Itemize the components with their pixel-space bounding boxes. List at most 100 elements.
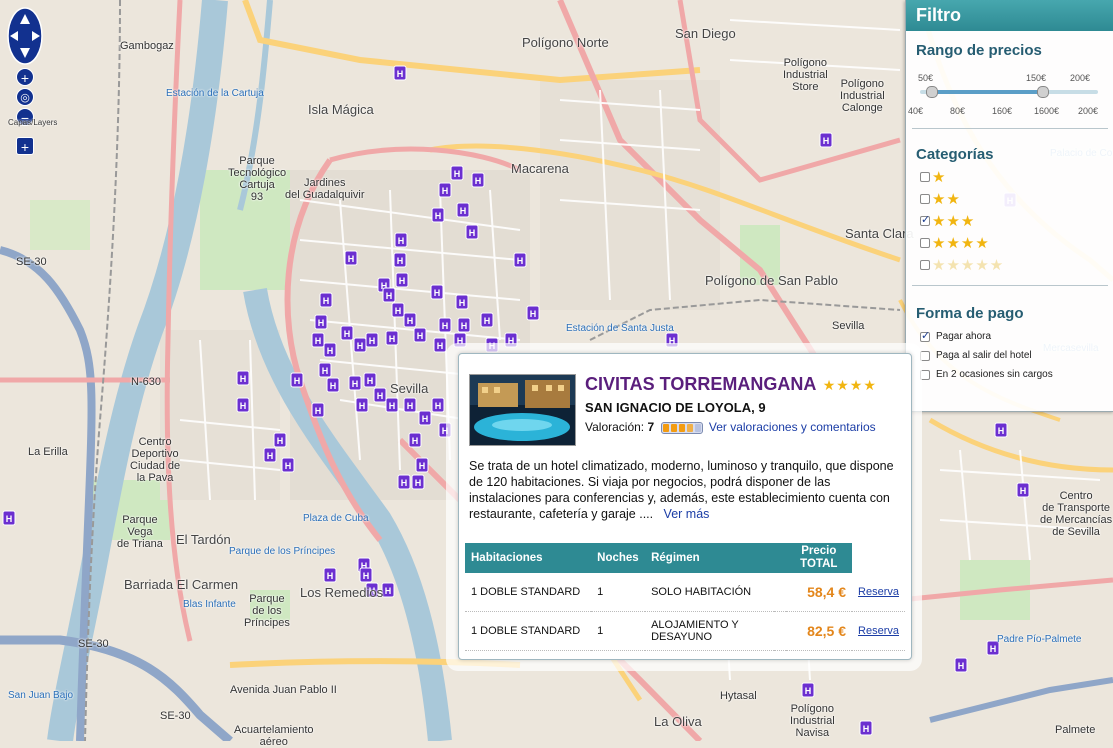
hotel-marker-icon[interactable]: H [471, 172, 485, 188]
payment-option[interactable]: Paga al salir del hotel [920, 350, 1032, 361]
hotel-marker-icon[interactable]: H [344, 250, 358, 266]
hotel-marker-icon[interactable]: H [365, 332, 379, 348]
hotel-marker-icon[interactable]: H [994, 422, 1008, 438]
hotel-marker-icon[interactable]: H [418, 410, 432, 426]
hotel-marker-icon[interactable]: H [403, 312, 417, 328]
hotel-marker-icon[interactable]: H [263, 447, 277, 463]
hotel-marker-icon[interactable]: H [236, 370, 250, 386]
category-1-stars[interactable]: ★ [920, 168, 946, 186]
hotel-marker-icon[interactable]: H [382, 287, 396, 303]
svg-text:H: H [412, 436, 419, 446]
hotel-marker-icon[interactable]: H [236, 397, 250, 413]
hotel-marker-icon[interactable]: H [385, 330, 399, 346]
category-checkbox[interactable] [920, 194, 930, 204]
hotel-name-text[interactable]: CIVITAS TORREMANGANA [585, 374, 816, 394]
hotel-marker-icon[interactable]: H [290, 372, 304, 388]
hotel-marker-icon[interactable]: H [281, 457, 295, 473]
book-link[interactable]: Reserva [858, 586, 899, 598]
hotel-marker-icon[interactable]: H [431, 207, 445, 223]
hotel-marker-icon[interactable]: H [954, 657, 968, 673]
svg-text:H: H [454, 169, 461, 179]
hotel-marker-icon[interactable]: H [450, 165, 464, 181]
hotel-marker-icon[interactable]: H [393, 252, 407, 268]
hotel-marker-icon[interactable]: H [819, 132, 833, 148]
map-label: Parque de los Príncipes [229, 546, 336, 557]
category-checkbox[interactable] [920, 238, 930, 248]
hotel-marker-icon[interactable]: H [408, 432, 422, 448]
price-min-handle[interactable] [926, 86, 939, 98]
svg-text:H: H [435, 401, 442, 411]
book-link[interactable]: Reserva [858, 625, 899, 637]
hotel-marker-icon[interactable]: H [457, 317, 471, 333]
hotel-marker-icon[interactable]: H [397, 474, 411, 490]
svg-text:H: H [484, 316, 491, 326]
zoom-in-button[interactable]: + [16, 68, 34, 86]
reviews-link[interactable]: Ver valoraciones y comentarios [709, 420, 876, 434]
payment-option[interactable]: Pagar ahora [920, 329, 991, 342]
hotel-marker-icon[interactable]: H [359, 567, 373, 583]
category-checkbox[interactable] [920, 213, 930, 226]
category-checkbox[interactable] [920, 172, 930, 182]
hotel-marker-icon[interactable]: H [455, 294, 469, 310]
hotel-marker-icon[interactable]: H [348, 375, 362, 391]
hotel-marker-icon[interactable]: H [465, 224, 479, 240]
hotel-marker-icon[interactable]: H [340, 325, 354, 341]
globe-icon[interactable]: ◎ [16, 88, 34, 106]
hotel-marker-icon[interactable]: H [363, 372, 377, 388]
hotel-marker-icon[interactable]: H [431, 397, 445, 413]
svg-text:H: H [377, 391, 384, 401]
hotel-marker-icon[interactable]: H [2, 510, 16, 526]
hotel-marker-icon[interactable]: H [456, 202, 470, 218]
hotel-marker-icon[interactable]: H [801, 682, 815, 698]
hotel-marker-icon[interactable]: H [394, 232, 408, 248]
hotel-marker-icon[interactable]: H [385, 397, 399, 413]
price-max-handle[interactable] [1037, 86, 1050, 98]
hotel-marker-icon[interactable]: H [433, 337, 447, 353]
hotel-marker-icon[interactable]: H [323, 567, 337, 583]
hotel-marker-icon[interactable]: H [403, 397, 417, 413]
hotel-marker-icon[interactable]: H [319, 292, 333, 308]
hotel-marker-icon[interactable]: H [1016, 482, 1030, 498]
hotel-marker-icon[interactable]: H [355, 397, 369, 413]
svg-text:H: H [277, 436, 284, 446]
hotel-marker-icon[interactable]: H [311, 332, 325, 348]
payment-option[interactable]: En 2 ocasiones sin cargos [920, 369, 1053, 380]
hotel-marker-icon[interactable]: H [859, 720, 873, 736]
hotel-marker-icon[interactable]: H [415, 457, 429, 473]
hotel-name[interactable]: CIVITAS TORREMANGANA ★★★★ [585, 374, 877, 395]
svg-text:H: H [469, 228, 476, 238]
hotel-marker-icon[interactable]: H [353, 337, 367, 353]
hotel-marker-icon[interactable]: H [391, 302, 405, 318]
see-more-link[interactable]: Ver más [664, 507, 710, 521]
hotel-marker-icon[interactable]: H [314, 314, 328, 330]
hotel-marker-icon[interactable]: H [323, 342, 337, 358]
hotel-marker-icon[interactable]: H [438, 182, 452, 198]
hotel-marker-icon[interactable]: H [373, 387, 387, 403]
hotel-marker-icon[interactable]: H [413, 327, 427, 343]
hotel-marker-icon[interactable]: H [513, 252, 527, 268]
hotel-marker-icon[interactable]: H [326, 377, 340, 393]
hotel-marker-icon[interactable]: H [438, 317, 452, 333]
hotel-marker-icon[interactable]: H [395, 272, 409, 288]
hotel-marker-icon[interactable]: H [381, 582, 395, 598]
category-2-stars[interactable]: ★★ [920, 190, 961, 208]
hotel-marker-icon[interactable]: H [430, 284, 444, 300]
hotel-marker-icon[interactable]: H [311, 402, 325, 418]
price-range-slider[interactable] [920, 86, 1098, 98]
category-5-stars[interactable]: ★★★★★ [920, 256, 1004, 274]
hotel-photo[interactable] [469, 374, 576, 446]
category-checkbox[interactable] [920, 260, 930, 270]
payment-title: Forma de pago [916, 305, 1024, 322]
hotel-marker-icon[interactable]: H [393, 65, 407, 81]
header-spacer [773, 543, 786, 573]
category-3-stars[interactable]: ★★★ [920, 212, 975, 230]
pan-control-icon[interactable] [6, 6, 44, 66]
payment-checkbox[interactable] [920, 329, 930, 342]
hotel-marker-icon[interactable]: H [273, 432, 287, 448]
hotel-marker-icon[interactable]: H [318, 362, 332, 378]
category-4-stars[interactable]: ★★★★ [920, 234, 990, 252]
hotel-marker-icon[interactable]: H [411, 474, 425, 490]
hotel-marker-icon[interactable]: H [526, 305, 540, 321]
hotel-marker-icon[interactable]: H [480, 312, 494, 328]
layer-switcher-button[interactable]: + [16, 137, 34, 155]
